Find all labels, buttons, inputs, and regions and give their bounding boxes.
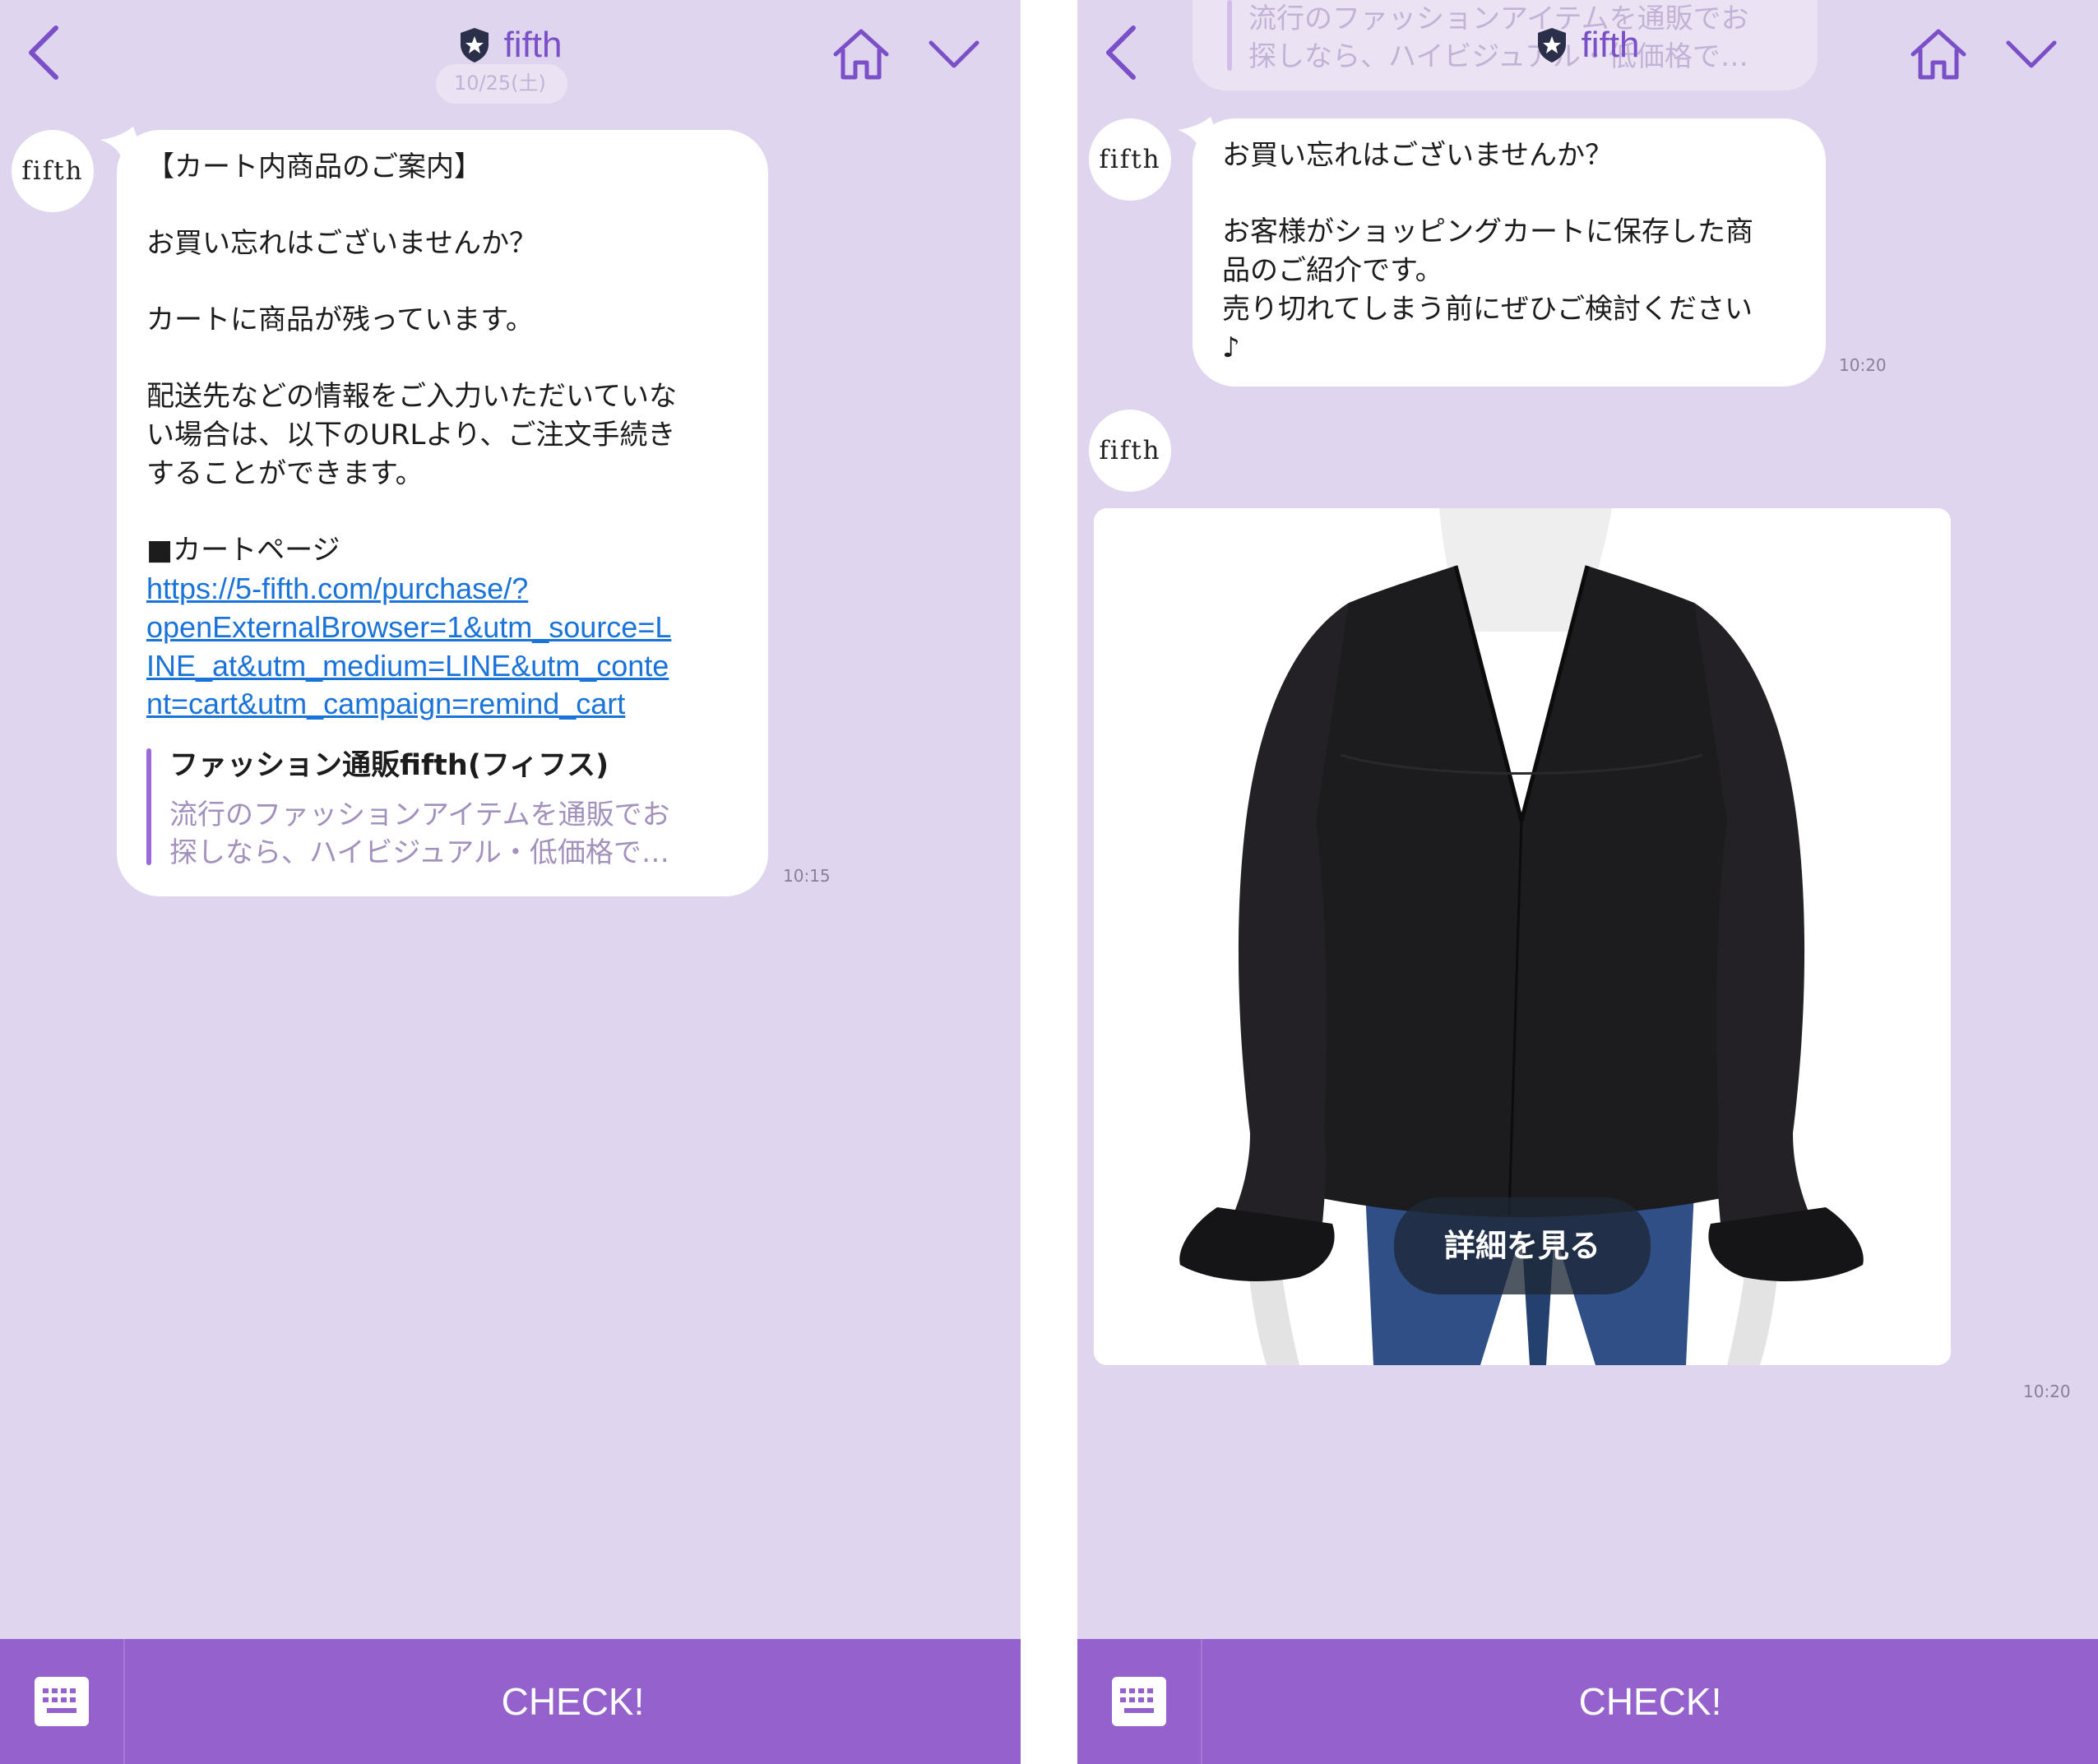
message-line: 配送先などの情報をご入力いただいていな — [146, 380, 677, 413]
keyboard-button[interactable] — [1077, 1639, 1202, 1764]
view-details-button[interactable]: 詳細を見る — [1394, 1197, 1651, 1294]
message-time: 10:15 — [783, 866, 831, 886]
message-line: カートに商品が残っています。 — [146, 303, 534, 336]
message-line: ♪ — [1222, 331, 1240, 364]
keyboard-button[interactable] — [0, 1639, 125, 1764]
chat-screen-right: 流行のファッションアイテムを通販でお 探しなら、ハイビジュアル・低価格で… fi… — [1077, 0, 2098, 1764]
message-line: することができます。 — [146, 457, 424, 490]
chevron-down-icon[interactable] — [928, 38, 980, 71]
cart-link[interactable]: INE_at&utm_medium=LINE&utm_conte — [146, 646, 669, 685]
shield-star-icon — [1538, 28, 1567, 63]
cart-link[interactable]: openExternalBrowser=1&utm_source=L — [146, 608, 671, 646]
message-time: 10:20 — [2023, 1382, 2071, 1401]
message-line: 売り切れてしまう前にぜひご検討ください — [1222, 293, 1753, 326]
rich-menu-bar: CHECK! — [1077, 1639, 2098, 1764]
home-icon[interactable] — [831, 25, 892, 82]
link-preview-bar — [146, 748, 151, 865]
cart-link[interactable]: https://5-fifth.com/purchase/? — [146, 569, 528, 608]
check-button[interactable]: CHECK! — [125, 1639, 1021, 1764]
home-icon[interactable] — [1908, 25, 1969, 82]
avatar[interactable]: fifth — [1089, 410, 1171, 492]
message-line: お客様がショッピングカートに保存した商 — [1222, 215, 1753, 248]
keyboard-icon — [1112, 1677, 1166, 1726]
date-label: 10/25(土) — [436, 64, 567, 104]
chat-title-text: fifth — [503, 25, 563, 65]
product-card[interactable]: 詳細を見る — [1094, 508, 1951, 1365]
chat-screen-left: fifth 10/25(土) fifth 【カート内商品のご案内】 お買い忘れは… — [0, 0, 1021, 1764]
chat-title-text: fifth — [1581, 25, 1640, 65]
link-preview-description: 流行のファッションアイテムを通販でお — [169, 799, 670, 831]
message-line: ■カートページ — [146, 534, 340, 567]
avatar[interactable]: fifth — [1089, 118, 1171, 201]
check-button[interactable]: CHECK! — [1202, 1639, 2098, 1764]
keyboard-icon — [35, 1677, 89, 1726]
cart-link[interactable]: nt=cart&utm_campaign=remind_cart — [146, 684, 625, 723]
avatar[interactable]: fifth — [12, 130, 94, 212]
message-line: お買い忘れはございませんか？ — [146, 227, 537, 260]
message-heading: 【カート内商品のご案内】 — [146, 150, 482, 183]
message-time: 10:20 — [1839, 355, 1887, 375]
link-preview-description: 探しなら、ハイビジュアル・低価格で… — [169, 836, 669, 869]
message-line: 品のご紹介です。 — [1222, 254, 1443, 287]
link-preview-title[interactable]: ファッション通販fifth(フィフス) — [169, 747, 609, 785]
message-line: い場合は、以下のURLより、ご注文手続き — [146, 419, 676, 451]
chat-header: fifth — [1077, 0, 2098, 107]
message-line: お買い忘れはございませんか？ — [1222, 139, 1613, 172]
rich-menu-bar: CHECK! — [0, 1639, 1021, 1764]
chevron-down-icon[interactable] — [2005, 38, 2058, 71]
shield-star-icon — [461, 28, 489, 63]
